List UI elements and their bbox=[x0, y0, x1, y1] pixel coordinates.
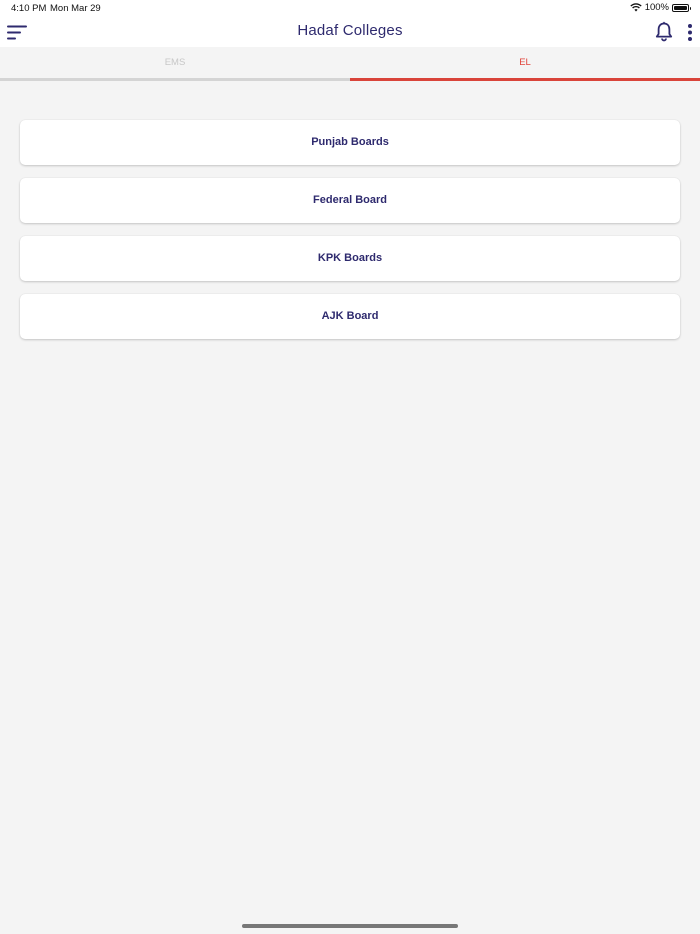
app-header: Hadaf Colleges bbox=[0, 16, 700, 47]
bell-icon bbox=[655, 21, 673, 42]
tab-ems[interactable]: EMS bbox=[0, 47, 350, 81]
page-title: Hadaf Colleges bbox=[297, 22, 403, 39]
tab-el[interactable]: EL bbox=[350, 47, 700, 81]
board-card-ajk[interactable]: AJK Board bbox=[20, 294, 680, 339]
board-card-federal[interactable]: Federal Board bbox=[20, 178, 680, 223]
status-date: Mon Mar 29 bbox=[50, 3, 101, 14]
status-right: 100% bbox=[630, 2, 691, 13]
board-card-punjab[interactable]: Punjab Boards bbox=[20, 120, 680, 165]
home-indicator[interactable] bbox=[242, 924, 458, 928]
wifi-icon bbox=[630, 3, 642, 12]
vertical-dots-icon bbox=[688, 24, 692, 41]
notifications-button[interactable] bbox=[654, 21, 674, 43]
status-bar: 4:10 PM Mon Mar 29 100% bbox=[0, 0, 700, 16]
battery-icon bbox=[672, 3, 691, 12]
status-time: 4:10 PM bbox=[11, 3, 47, 14]
tab-bar: EMS EL bbox=[0, 47, 700, 81]
board-card-kpk[interactable]: KPK Boards bbox=[20, 236, 680, 281]
more-options-button[interactable] bbox=[684, 22, 696, 44]
battery-percent: 100% bbox=[644, 2, 669, 13]
